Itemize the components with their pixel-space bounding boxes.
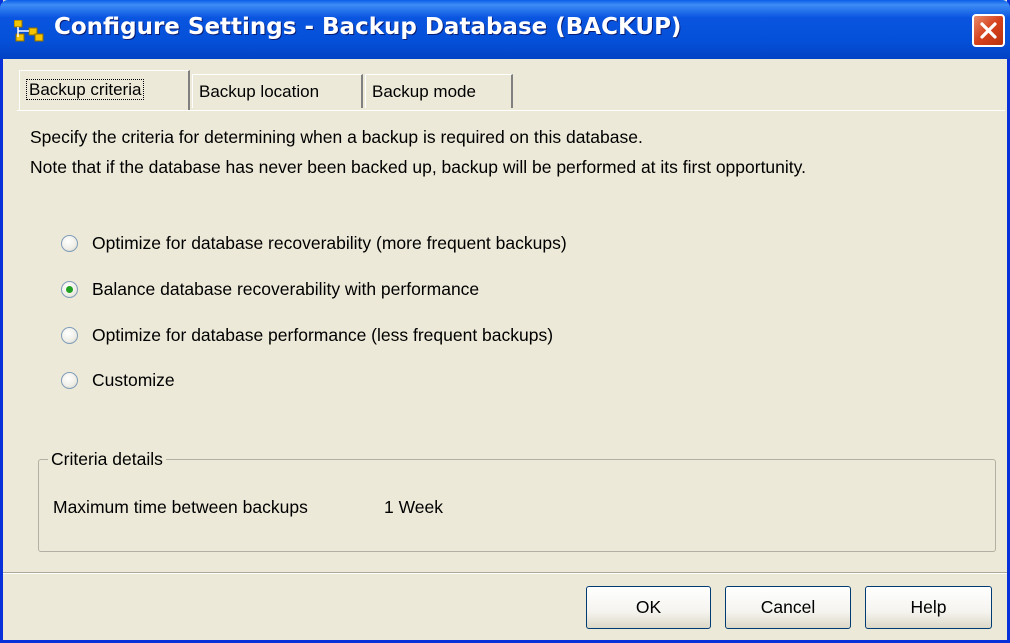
option-balance[interactable]: Balance database recoverability with per… [55, 279, 615, 309]
tab-backup-mode[interactable]: Backup mode [365, 74, 513, 108]
radio-selected-dot [66, 286, 73, 293]
close-icon [980, 22, 997, 39]
help-button[interactable]: Help [865, 586, 992, 629]
dialog-window: Configure Settings - Backup Database (BA… [0, 0, 1010, 643]
option-label: Balance database recoverability with per… [92, 279, 480, 299]
close-button[interactable] [972, 14, 1005, 47]
option-label: Optimize for database performance (less … [92, 325, 554, 345]
description-line-2: Note that if the database has never been… [30, 157, 806, 177]
tab-panel-border [17, 110, 1005, 111]
cancel-button[interactable]: Cancel [725, 586, 851, 629]
ok-button[interactable]: OK [586, 586, 711, 629]
title-bar[interactable]: Configure Settings - Backup Database (BA… [0, 0, 1010, 59]
max-time-label: Maximum time between backups [53, 497, 308, 517]
option-optimize-performance[interactable]: Optimize for database performance (less … [55, 325, 705, 355]
radio-button[interactable] [61, 372, 78, 389]
radio-button[interactable] [61, 327, 78, 344]
max-time-value: 1 Week [384, 497, 444, 517]
option-label: Optimize for database recoverability (mo… [92, 233, 567, 253]
option-customize[interactable]: Customize [55, 370, 215, 400]
option-label: Customize [92, 370, 175, 390]
radio-button[interactable] [61, 281, 78, 298]
description-line-1: Specify the criteria for determining whe… [30, 127, 643, 147]
tab-label: Backup mode [372, 82, 476, 101]
radio-button[interactable] [61, 235, 78, 252]
separator-highlight [3, 573, 1007, 574]
tab-backup-criteria[interactable]: Backup criteria [19, 70, 190, 110]
window-title: Configure Settings - Backup Database (BA… [54, 14, 682, 40]
group-title: Criteria details [48, 449, 166, 470]
tab-label: Backup criteria [26, 79, 145, 100]
tab-backup-location[interactable]: Backup location [192, 74, 363, 108]
option-optimize-recoverability[interactable]: Optimize for database recoverability (mo… [55, 233, 715, 263]
database-tree-icon [14, 20, 44, 42]
tab-label: Backup location [199, 82, 320, 101]
